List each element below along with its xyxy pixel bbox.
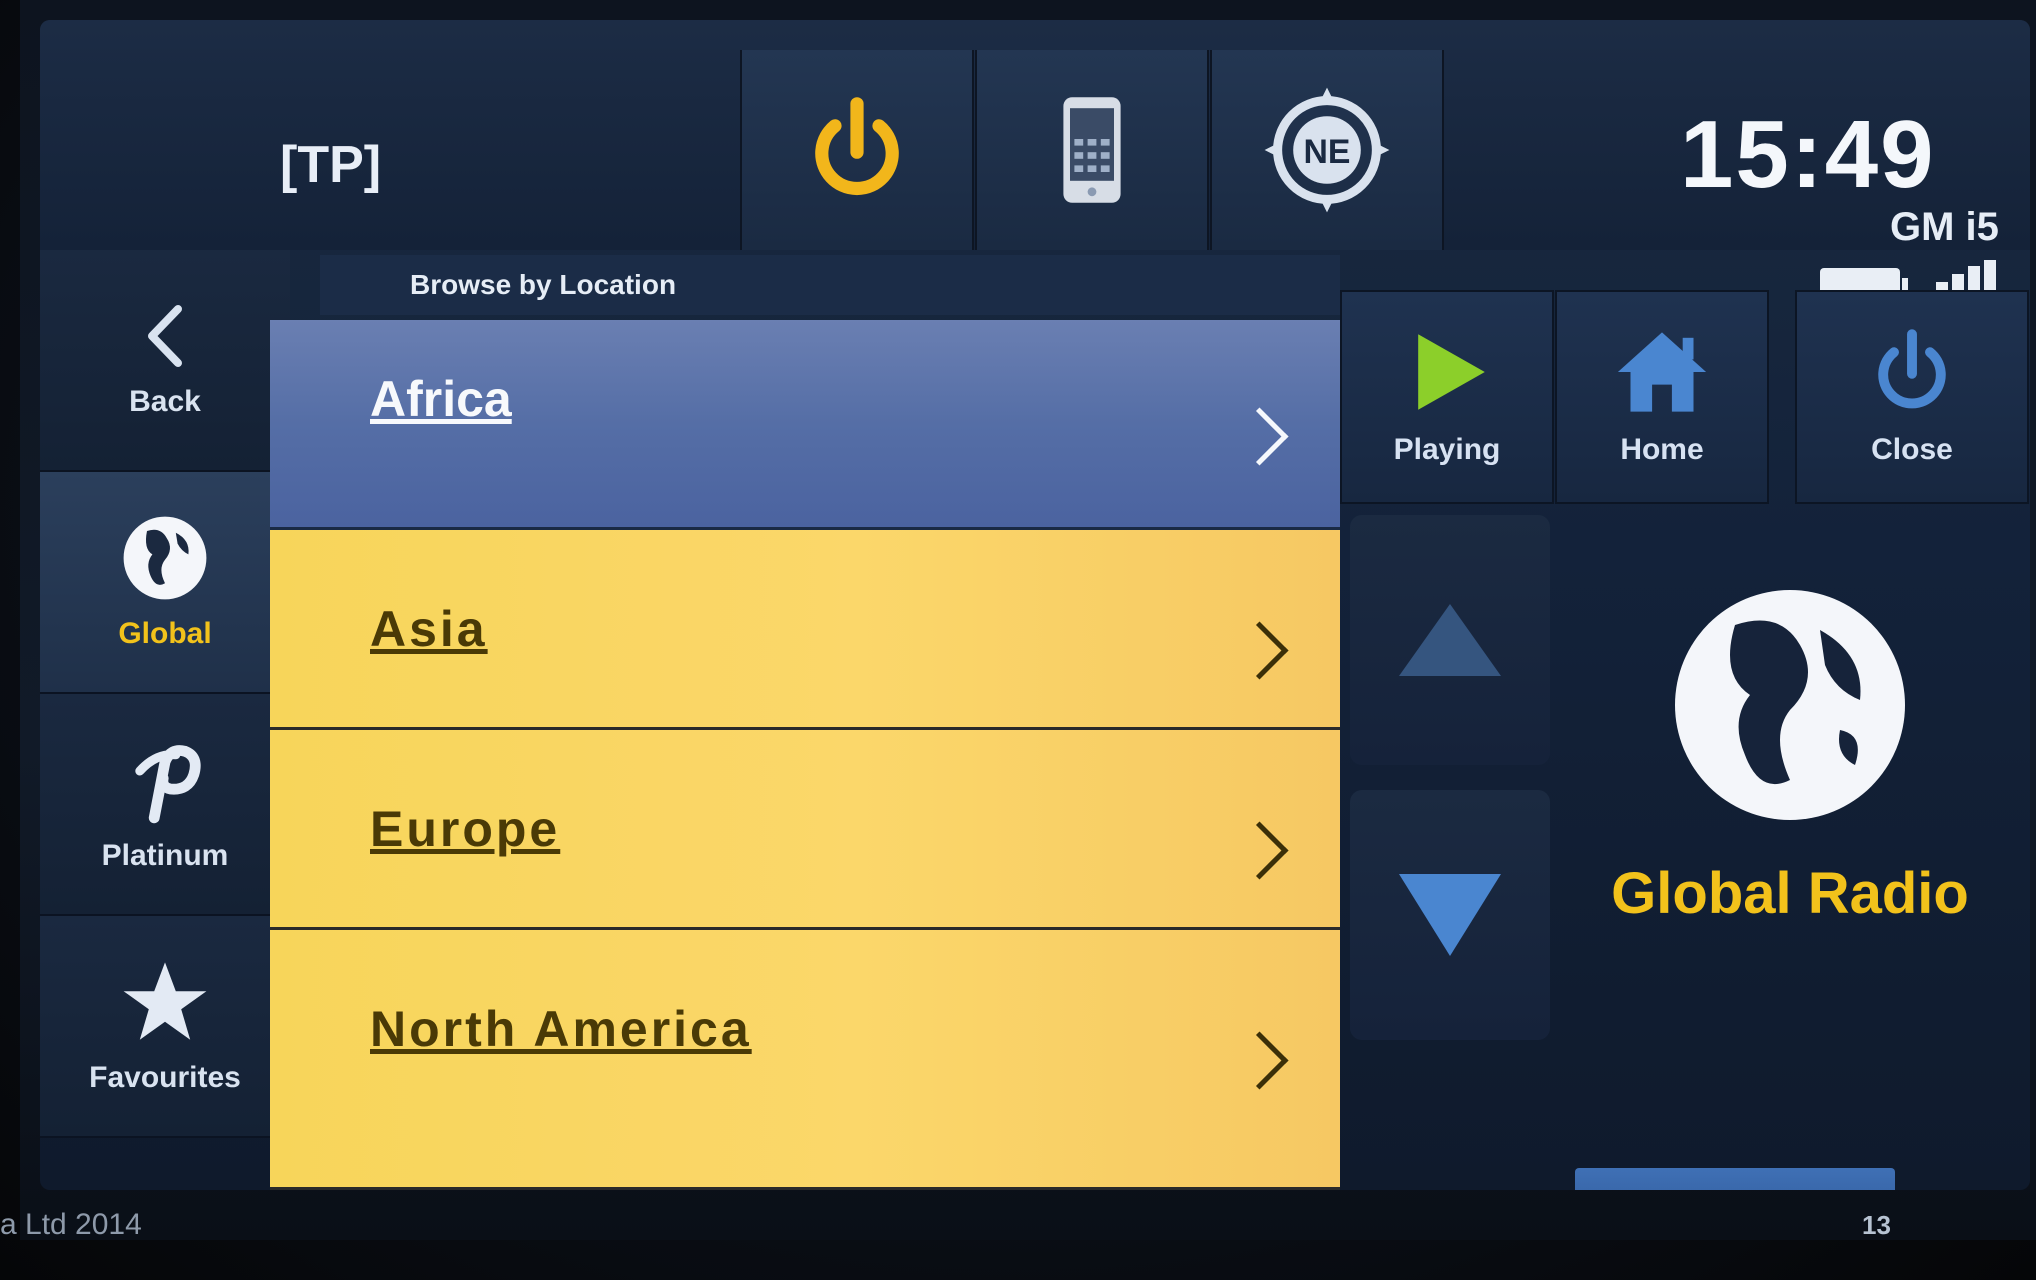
network-label: GM i5 (1890, 205, 1999, 249)
list-item-label: Europe (370, 801, 561, 857)
chevron-up-icon (1695, 1188, 1775, 1190)
close-button[interactable]: Close (1795, 290, 2029, 504)
list-item-label: North America (370, 1001, 752, 1057)
list-header: Browse by Location (320, 255, 1340, 315)
list-item-europe[interactable]: Europe (270, 730, 1340, 930)
clock: 15:49 (1680, 101, 1936, 208)
sidebar-item-back[interactable]: Back (40, 250, 290, 472)
sidebar-item-label: Global (118, 617, 212, 650)
expand-panel-button[interactable] (1575, 1168, 1895, 1190)
list-item-label: Africa (370, 371, 512, 427)
platinum-p-icon (135, 745, 201, 824)
scroll-up-button[interactable] (1350, 515, 1550, 765)
station-name: Global Radio (1611, 861, 1969, 926)
top-bar: [TP] NE 15:49 (40, 20, 2030, 250)
power-button[interactable] (740, 50, 974, 250)
phone-button[interactable] (975, 50, 1209, 250)
sidebar-item-favourites[interactable]: Favourites (40, 916, 290, 1138)
power-icon (815, 97, 899, 196)
page-number: 13 (1862, 1210, 1891, 1240)
tp-indicator[interactable]: [TP] (280, 135, 381, 195)
sidebar: Back Global Platinum Favourites (40, 250, 290, 1190)
list-item-asia[interactable]: Asia (270, 530, 1340, 730)
home-button[interactable]: Home (1555, 290, 1769, 504)
home-icon (1617, 332, 1707, 412)
copyright-text: a Ltd 2014 (0, 1208, 142, 1241)
chevron-right-icon (1230, 407, 1289, 466)
back-chevron-icon (148, 305, 182, 367)
playing-button[interactable]: Playing (1340, 290, 1554, 504)
power-icon (1878, 329, 1946, 409)
globe-icon (123, 516, 207, 600)
playing-label: Playing (1393, 433, 1501, 466)
list-item-label: Asia (370, 601, 488, 657)
compass-heading: NE (1304, 133, 1351, 171)
arrow-down-icon (1399, 874, 1501, 956)
chevron-right-icon (1230, 821, 1289, 880)
arrow-up-icon (1399, 604, 1501, 676)
sidebar-item-label: Favourites (89, 1061, 241, 1094)
list-item-africa[interactable]: Africa (270, 320, 1340, 530)
sidebar-item-label: Back (129, 385, 201, 418)
location-list: Africa Asia Europe North America (270, 320, 1340, 1190)
close-label: Close (1871, 433, 1953, 466)
global-radio-brand: Global Radio (1600, 580, 1980, 980)
scroll-down-button[interactable] (1350, 790, 1550, 1040)
compass-button[interactable]: NE (1210, 50, 1444, 250)
compass-icon: NE (1264, 87, 1390, 213)
chevron-right-icon (1230, 1031, 1289, 1090)
play-icon (1418, 334, 1485, 410)
phone-icon (1063, 97, 1121, 203)
globe-icon (1675, 590, 1905, 820)
infotainment-screen: [TP] NE 15:49 GM i5 Back Global Platinum… (40, 20, 2030, 1190)
chevron-right-icon (1230, 621, 1289, 680)
home-label: Home (1620, 433, 1704, 466)
sidebar-item-platinum[interactable]: Platinum (40, 694, 290, 916)
star-icon (123, 962, 207, 1040)
sidebar-item-label: Platinum (101, 839, 229, 872)
sidebar-item-global[interactable]: Global (40, 472, 290, 694)
list-item-north-america[interactable]: North America (270, 930, 1340, 1190)
